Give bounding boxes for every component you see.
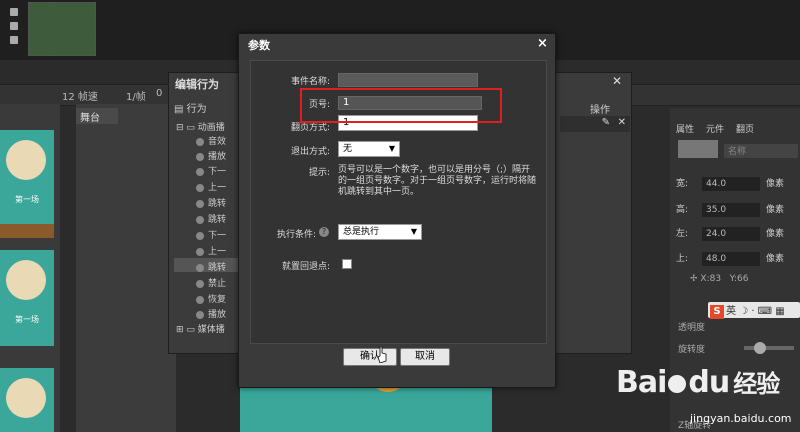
cancel-button[interactable]: 取消 (400, 348, 450, 366)
layer-thumbnail[interactable] (28, 2, 96, 56)
event-name-label: 事件名称: (290, 77, 330, 87)
delete-icon[interactable]: ✕ (618, 117, 626, 128)
paw-icon (668, 374, 687, 393)
rotate-slider[interactable] (744, 342, 794, 354)
properties-tabs: 属性 元件 翻页 (670, 122, 800, 136)
watermark-url: jingyan.baidu.com (690, 412, 792, 425)
ime-lang-label: 英 (726, 306, 736, 317)
ok-button[interactable]: 确认 (343, 348, 397, 366)
coord-readout: ✢ X:83 Y:66 (690, 274, 749, 284)
chevron-down-icon: ▼ (410, 227, 417, 236)
baidu-watermark: Bai du 经验 (616, 365, 780, 400)
tab-stage[interactable]: 舞台 (76, 108, 118, 124)
page-art (6, 378, 46, 418)
layer-icons (10, 8, 24, 48)
behavior-icon (196, 231, 204, 240)
folder-icon: ▤ (174, 104, 184, 115)
behavior-icon (196, 247, 204, 256)
behavior-panel-close-icon[interactable]: ✕ (612, 74, 622, 88)
edit-icon[interactable]: ✎ (602, 117, 610, 128)
tree-item[interactable]: 上一 (196, 244, 226, 257)
condition-select[interactable]: 总是执行 ▼ (338, 224, 422, 240)
behavior-icon (196, 167, 204, 176)
page-thumbnail[interactable]: 第一场 (0, 130, 54, 238)
tree-group[interactable]: ⊞ ▭ 媒体播 (176, 322, 225, 335)
page-thumbnail[interactable]: 第一场 (0, 250, 54, 346)
page-thumbnail-label: 第一场 (15, 195, 39, 204)
tree-item[interactable]: 跳转 (196, 196, 226, 209)
highlight-box (300, 88, 502, 123)
tree-item[interactable]: 播放 (196, 149, 226, 162)
rotate-label: 旋转度 (678, 345, 706, 355)
tab-flip[interactable]: 翻页 (730, 122, 760, 135)
exit-mode-select[interactable]: 无 ▼ (338, 141, 400, 157)
behavior-icon (196, 199, 204, 208)
operation-header: 操作 (590, 105, 610, 116)
exit-mode-value: 无 (343, 144, 353, 154)
behavior-panel-title: 编辑行为 (175, 78, 219, 91)
page-art (6, 140, 46, 180)
prop-top: 上: 48.0 像素 (676, 252, 785, 266)
dialog-close-icon[interactable]: × (537, 36, 548, 51)
tree-item[interactable]: 播放 (196, 307, 226, 320)
operation-row[interactable]: ✎ ✕ (560, 116, 630, 132)
tree-item[interactable]: 下一 (196, 164, 226, 177)
frame-label: 1/帧 (126, 92, 146, 103)
tree-item[interactable]: 禁止 (196, 276, 226, 289)
event-name-field[interactable] (338, 73, 478, 87)
condition-value: 总是执行 (343, 227, 380, 237)
behavior-icon (196, 137, 204, 146)
ime-logo-icon: S (710, 305, 724, 319)
tree-item[interactable]: 恢复 (196, 292, 226, 305)
tab-elements[interactable]: 元件 (700, 122, 730, 135)
hint-text: 页号可以是一个数字，也可以是用分号（;）隔开的一组页号数字。对于一组页号数字，运… (338, 165, 537, 197)
behavior-tree-header: ▤ 行为 (174, 100, 207, 115)
dialog-title: 参数 (248, 39, 270, 52)
behavior-icon (196, 215, 204, 224)
tree-header-label: 行为 (186, 104, 207, 115)
restore-point-label: 就置回退点: (281, 262, 330, 272)
page-art (6, 260, 46, 300)
behavior-icon (196, 279, 204, 288)
prop-height: 高: 35.0 像素 (676, 203, 785, 217)
tree-item[interactable]: 跳转 (196, 260, 226, 273)
prop-left: 左: 24.0 像素 (676, 227, 785, 241)
page-thumbnail-label: 第一场 (15, 315, 39, 324)
behavior-icon (196, 263, 204, 272)
hint-label: 提示: (308, 168, 330, 178)
tree-group[interactable]: ⊟ ▭ 动画播 (176, 120, 225, 133)
behavior-icon (196, 310, 204, 319)
restore-point-checkbox[interactable] (342, 259, 352, 269)
help-icon[interactable]: ? (319, 226, 329, 237)
frame-number: 0 (156, 88, 163, 99)
chevron-down-icon: ▼ (388, 144, 395, 153)
element-name-field[interactable]: 名称 (724, 144, 798, 158)
behavior-icon (196, 152, 204, 161)
page-thumbnail[interactable] (0, 368, 54, 432)
fps-label: 12 帧速 (62, 92, 98, 103)
tree-item[interactable]: 跳转 (196, 212, 226, 225)
opacity-label: 透明度 (678, 323, 706, 333)
behavior-icon (196, 183, 204, 192)
slider-knob[interactable] (754, 342, 766, 354)
prop-width: 宽: 44.0 像素 (676, 177, 785, 191)
tree-item[interactable]: 下一 (196, 228, 226, 241)
behavior-icon (196, 295, 204, 304)
tree-item[interactable]: 音效 (196, 134, 226, 147)
page-thumbnail-footer (0, 224, 54, 238)
condition-label: 执行条件: (276, 230, 316, 240)
tree-item[interactable]: 上一 (196, 180, 226, 193)
stage-panel (76, 104, 176, 432)
ime-toolbar[interactable]: S英 ☽ · ⌨ ▦ (708, 302, 800, 319)
tab-properties[interactable]: 属性 (670, 122, 700, 135)
exit-mode-label: 退出方式: (290, 147, 330, 157)
hand-cursor-icon (377, 347, 387, 363)
element-preview (678, 140, 718, 158)
